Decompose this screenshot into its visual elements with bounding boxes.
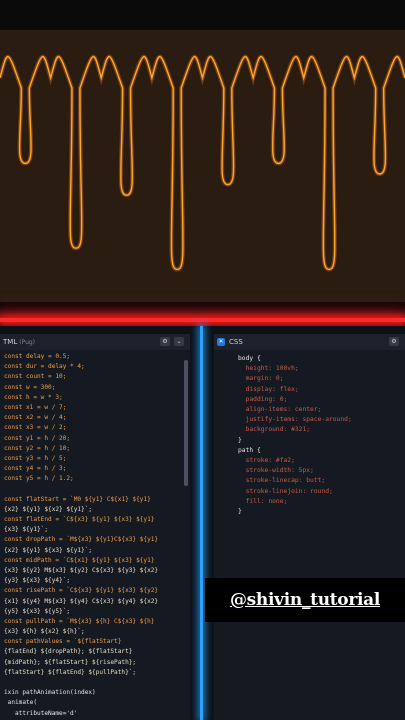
editor-area: TML (Pug) ⚙ ⌄ const delay = 0.5; const du… [0, 326, 405, 720]
html-code-line: const flatEnd = `C${x3} ${y1} ${x3} ${y1… [4, 516, 155, 523]
watermark: @shivin_tutorial [205, 578, 405, 622]
html-code-line: const y3 = h / 5; [4, 454, 67, 462]
html-code-line: {flatStart} ${flatEnd} ${pullPath}`; [4, 668, 137, 676]
css-code-line: justify-items: space-around; [238, 416, 352, 424]
html-code-line: {x2} ${y1} ${x2} ${y1}`; [4, 505, 93, 513]
gear-icon[interactable]: ⚙ [160, 337, 170, 346]
css-code-line: path { [238, 446, 261, 454]
html-code-line: {y5} ${x3} ${y5}`; [4, 607, 71, 615]
html-code-line: {y3} ${x3} ${y4}`; [4, 577, 71, 585]
html-code-line: const y5 = h / 1.2; [4, 475, 74, 483]
css-code-line: body { [238, 355, 261, 362]
css-code-line: stroke: #fa2; [238, 457, 295, 465]
html-code-line: ixin pathAnimation(index) [4, 689, 96, 697]
html-editor-title: TML [3, 338, 18, 346]
css-code-line: height: 100vh; [238, 365, 299, 373]
html-code-line: const x1 = w / 7; [4, 403, 67, 411]
scrollbar[interactable] [184, 360, 188, 486]
css-code-line: } [238, 436, 242, 444]
css-code-line: margin: 0; [238, 375, 284, 383]
html-code-line [4, 484, 190, 494]
html-editor-subtitle: (Pug) [19, 338, 36, 346]
css-code-line: fill: none; [238, 497, 288, 505]
html-code-line: const w = 300; [4, 383, 56, 391]
resize-handle[interactable] [0, 318, 405, 322]
html-code-line: {midPath}; ${flatStart} ${risePath}; [4, 658, 137, 666]
html-code-line: {x2} ${y1} ${x3} ${y1}`; [4, 546, 93, 554]
css-code-line: align-items: center; [238, 406, 322, 414]
html-code-line: const delay = 0.5; [4, 353, 71, 360]
html-code-line: const flatStart = `M0 ${y1} C${x1} ${y1} [4, 495, 151, 503]
html-code-line: const y1 = h / 20; [4, 434, 71, 442]
css-code-line: stroke-linecap: butt; [238, 477, 326, 485]
html-code-line: {x3} ${y2} M${x3} ${y2} C${x3} ${y3} ${x… [4, 566, 159, 574]
drip-animation [0, 54, 405, 272]
html-code-line: const y2 = h / 10; [4, 444, 71, 452]
html-editor[interactable]: TML (Pug) ⚙ ⌄ const delay = 0.5; const du… [0, 334, 190, 720]
html-code-line: const x3 = w / 2; [4, 424, 67, 432]
top-bar [0, 0, 405, 30]
css-code-line: stroke-linejoin: round; [238, 487, 333, 495]
gear-icon[interactable]: ⚙ [389, 337, 399, 346]
html-editor-header: TML (Pug) ⚙ ⌄ [0, 334, 190, 350]
html-code-line: const pullPath = `M${x3} ${h} C${x3} ${h… [4, 617, 155, 625]
css-editor[interactable]: ✕ CSS ⚙ body { height: 100vh; margin: 0;… [214, 334, 405, 720]
html-code-line: {flatEnd} ${dropPath}; ${flatStart} [4, 648, 133, 656]
html-code-line: const h = w * 3; [4, 393, 63, 401]
chevron-down-icon[interactable]: ⌄ [174, 337, 184, 346]
css-icon: ✕ [217, 338, 225, 346]
html-code-line: const pathValues = `${flatStart} [4, 638, 122, 646]
html-code-line: {x3} ${y1}`; [4, 526, 49, 534]
separator [0, 302, 405, 316]
css-editor-header: ✕ CSS ⚙ [214, 334, 405, 350]
html-code-line: const count = 10; [4, 373, 67, 381]
html-code[interactable]: const delay = 0.5; const dur = delay * 4;… [0, 350, 190, 719]
html-code-line: attributeName='d' [4, 709, 78, 717]
html-code-line: const y4 = h / 3; [4, 465, 67, 473]
html-code-line: {x3} ${h} ${x2} ${h}`; [4, 628, 85, 636]
css-code[interactable]: body { height: 100vh; margin: 0; display… [214, 350, 405, 517]
html-code-line: const risePath = `C${x3} ${y1} ${x3} ${y… [4, 587, 159, 595]
css-code-line: display: flex; [238, 385, 299, 393]
css-code-line: padding: 0; [238, 395, 288, 403]
css-code-line: background: #321; [238, 426, 311, 434]
html-code-line: const midPath = `C${x1} ${y1} ${x3} ${y1… [4, 556, 155, 564]
html-code-line: const dropPath = `M${x3} ${y1}C${x3} ${y… [4, 536, 159, 544]
html-code-line [4, 678, 190, 688]
pane-divider[interactable] [196, 326, 206, 720]
preview-pane [0, 30, 405, 302]
css-code-line: stroke-width: 5px; [238, 467, 314, 475]
html-code-line: const x2 = w / 4; [4, 414, 67, 422]
css-editor-title: CSS [229, 338, 243, 346]
css-code-line: } [238, 508, 242, 516]
drip-glow [0, 54, 405, 272]
drip-path [0, 55, 405, 271]
html-code-line: {x1} ${y4} M${x3} ${y4} C${x3} ${y4} ${x… [4, 597, 159, 605]
html-code-line: const dur = delay * 4; [4, 363, 85, 371]
watermark-text: @shivin_tutorial [229, 590, 381, 610]
html-code-line: animate( [4, 699, 38, 707]
